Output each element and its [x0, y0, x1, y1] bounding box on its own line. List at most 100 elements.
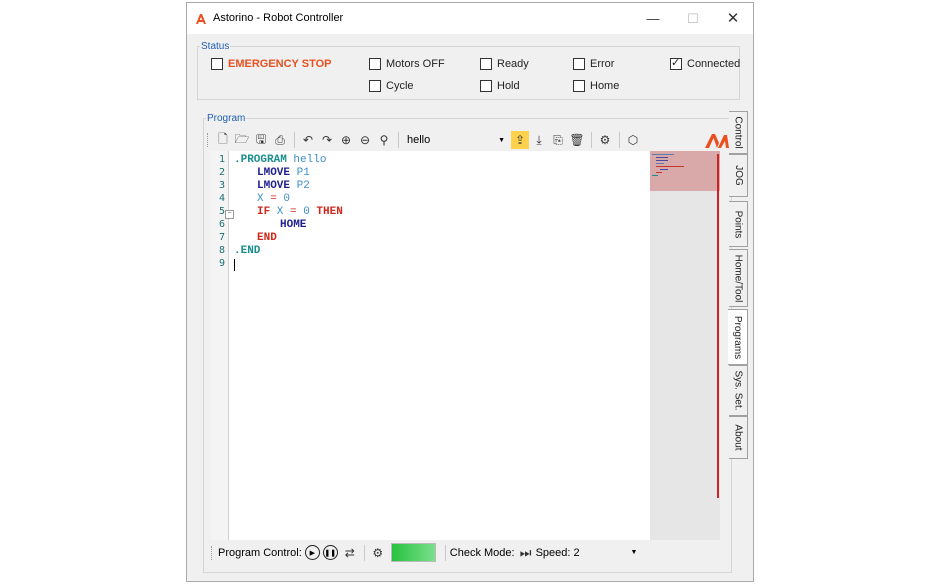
checkbox-box[interactable] [670, 56, 682, 70]
tab-points[interactable]: Points [729, 201, 748, 247]
close-button[interactable]: ✕ [713, 3, 753, 34]
line-number: 3 [218, 180, 225, 191]
open-folder-icon[interactable]: 🗁 [233, 131, 251, 149]
toolbar-separator [444, 544, 446, 561]
minimap-line [656, 166, 684, 167]
tab-programs[interactable]: Programs [728, 309, 748, 365]
line-number: 7 [218, 232, 225, 243]
astorino-brand-logo [705, 134, 729, 148]
code-editor[interactable]: 1 2 3 4 5 6 7 8 9 − .PROGRAM hello LMOVE… [211, 151, 651, 540]
cycle-label: Cycle [386, 80, 414, 92]
chevron-down-icon: ▼ [498, 136, 505, 144]
search-icon[interactable]: ⚲ [375, 131, 393, 149]
fold-toggle[interactable]: − [225, 210, 234, 219]
tab-label: Control [732, 116, 744, 149]
connected-checkbox[interactable]: Connected [670, 56, 740, 70]
speed-select[interactable]: 2 ▼ [570, 545, 639, 561]
compare-icon[interactable]: ⎘ [549, 131, 567, 149]
line-number: 1 [218, 154, 225, 165]
error-label: Error [590, 58, 615, 70]
tab-about[interactable]: About [729, 416, 748, 459]
minimap-line [660, 169, 668, 170]
upload-icon[interactable]: ⇪ [511, 131, 529, 149]
minimap-scroll-indicator [717, 154, 719, 498]
toolbar-grip[interactable] [211, 545, 214, 560]
code-token: hello [286, 154, 327, 166]
check-mode-label: Check Mode: [449, 546, 515, 559]
code-token: .END [234, 245, 261, 257]
tab-label: JOG [732, 165, 744, 186]
checkbox-box[interactable] [573, 80, 585, 92]
status-group: Status [197, 41, 740, 100]
tab-sys-set[interactable]: Sys. Set. [729, 365, 748, 416]
minimap-line [656, 157, 668, 158]
toolbar-separator [591, 132, 592, 148]
minimize-button[interactable]: — [633, 3, 673, 34]
code-token: HOME [280, 219, 307, 231]
program-select-value: hello [407, 134, 431, 146]
checkbox-box[interactable] [480, 80, 492, 92]
speed-label: Speed: [535, 546, 571, 559]
tab-jog[interactable]: JOG [729, 154, 748, 197]
delete-icon[interactable]: 🗑 [568, 131, 586, 149]
line-number: 4 [218, 193, 225, 204]
program-control-bar: Program Control: ▶ ❚❚ ⇄ ⚙ Check Mode: ⏭ … [211, 541, 722, 564]
hold-checkbox[interactable]: Hold [480, 80, 520, 92]
code-minimap[interactable] [650, 151, 720, 540]
new-file-icon[interactable]: 🗋 [214, 131, 232, 149]
save-icon[interactable]: 🖫 [252, 131, 270, 149]
repeat-icon[interactable]: ⇄ [341, 544, 359, 562]
code-token: P2 [290, 180, 310, 192]
code-line: LMOVE P1 [257, 167, 310, 179]
undo-icon[interactable]: ↶ [299, 131, 317, 149]
tab-home-tool[interactable]: Home/Tool [729, 249, 748, 307]
error-checkbox[interactable]: Error [573, 58, 614, 70]
code-token: = [283, 206, 304, 218]
checkbox-box[interactable] [573, 58, 585, 70]
pause-icon[interactable]: ❚❚ [322, 545, 338, 560]
step-forward-icon[interactable]: ⏭ [517, 544, 535, 562]
robot-icon[interactable]: ⚙ [596, 131, 614, 149]
robot-mode-icon[interactable]: ⚙ [369, 544, 387, 562]
program-toolbar: 🗋 🗁 🖫 ⎙ ↶ ↷ ⊕ ⊖ ⚲ hello ▼ ⇪ ⤓ ⎘ 🗑 ⚙ ⬡ [207, 129, 709, 151]
redo-icon[interactable]: ↷ [318, 131, 336, 149]
hold-label: Hold [497, 80, 520, 92]
speed-value: 2 [573, 546, 580, 559]
tab-label: Programs [732, 315, 744, 359]
program-select[interactable]: hello ▼ [403, 132, 507, 148]
code-line: LMOVE P2 [257, 180, 310, 192]
motors-off-label: Motors OFF [386, 58, 445, 70]
code-line: .PROGRAM hello [234, 154, 326, 166]
play-icon[interactable]: ▶ [304, 545, 320, 560]
code-token: LMOVE [257, 167, 291, 179]
code-line: .END [234, 245, 260, 257]
print-icon[interactable]: ⎙ [271, 131, 289, 149]
tab-control[interactable]: Control [729, 111, 748, 154]
checkbox-box[interactable] [480, 58, 492, 70]
home-checkbox[interactable]: Home [573, 80, 619, 92]
emergency-stop-label: EMERGENCY STOP [228, 58, 332, 70]
motors-off-checkbox[interactable]: Motors OFF [369, 58, 445, 70]
checkbox-box[interactable] [369, 80, 381, 92]
zoom-out-icon[interactable]: ⊖ [356, 131, 374, 149]
checkbox-box[interactable] [211, 58, 223, 70]
code-token: IF [257, 206, 271, 218]
code-token: X [257, 193, 264, 205]
maximize-button[interactable]: ☐ [673, 3, 713, 34]
toolbar-grip[interactable] [207, 133, 210, 147]
cycle-checkbox[interactable]: Cycle [369, 80, 414, 92]
code-line: X = 0 [257, 193, 290, 205]
home-label: Home [590, 80, 620, 92]
zoom-in-icon[interactable]: ⊕ [337, 131, 355, 149]
status-legend: Status [201, 41, 230, 52]
code-line: IF X = 0 THEN [257, 206, 343, 218]
tab-label: Home/Tool [732, 254, 744, 302]
checkbox-box[interactable] [369, 58, 381, 70]
line-number: 2 [218, 167, 225, 178]
emergency-stop-checkbox[interactable]: EMERGENCY STOP [211, 58, 332, 70]
ready-checkbox[interactable]: Ready [480, 58, 529, 70]
program-legend: Program [207, 113, 246, 124]
code-token: 0 [303, 206, 310, 218]
cube-icon[interactable]: ⬡ [624, 131, 642, 149]
download-icon[interactable]: ⤓ [530, 131, 548, 149]
